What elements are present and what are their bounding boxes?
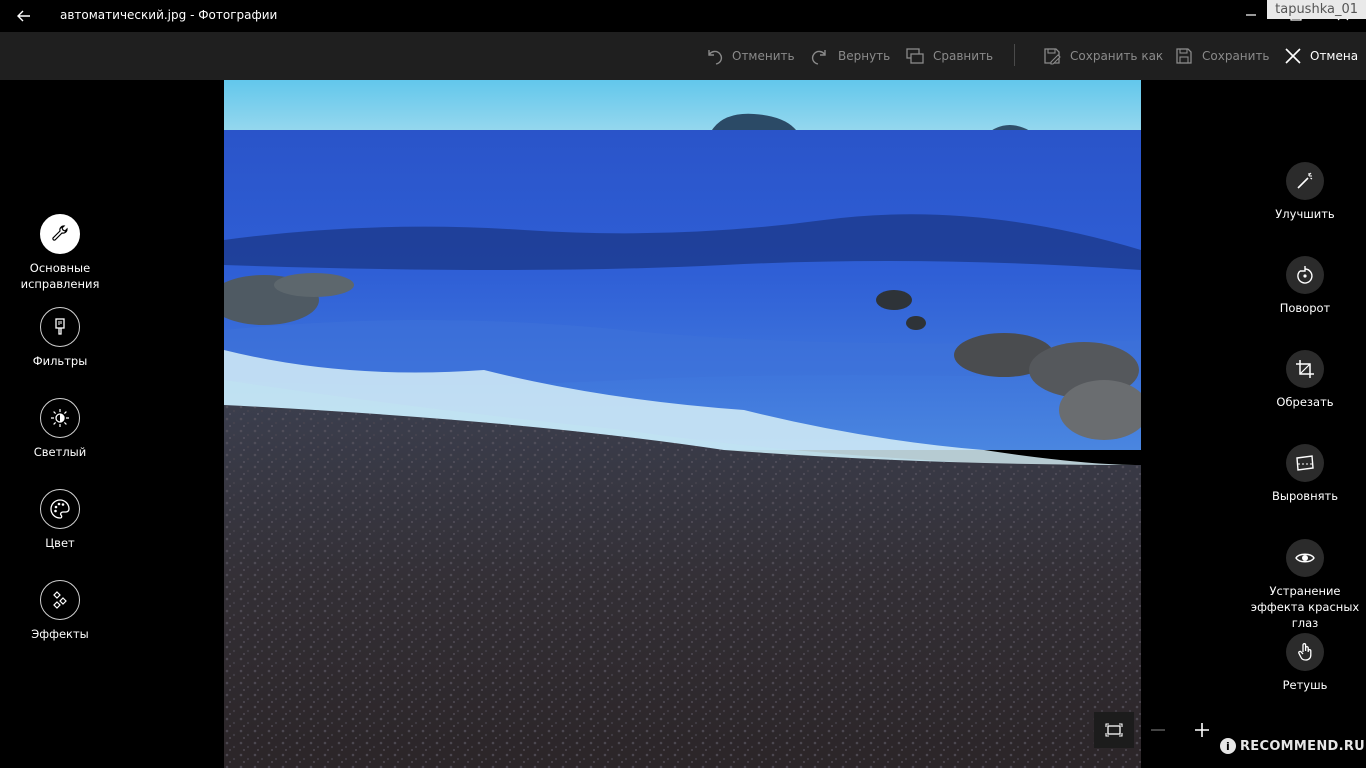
hand-icon (1286, 633, 1324, 671)
brush-icon (40, 307, 80, 347)
zoom-in-button[interactable] (1184, 712, 1220, 748)
photo-canvas[interactable] (224, 80, 1141, 768)
window-title: автоматический.jpg - Фотографии (60, 8, 278, 22)
tool-label: Обрезать (1276, 395, 1334, 409)
watermark-text: RECOMMEND.RU (1240, 738, 1366, 754)
wrench-icon (40, 214, 80, 254)
undo-button[interactable]: Отменить (704, 44, 795, 68)
redo-icon (811, 50, 826, 65)
minimize-icon (1246, 14, 1256, 16)
tool-label: Улучшить (1275, 207, 1335, 221)
tool-label: Выровнять (1272, 489, 1338, 503)
tool-label: Фильтры (32, 354, 88, 368)
tool-label: Основные исправления (20, 261, 100, 291)
minus-icon (1151, 729, 1165, 731)
tool-label: Устранение эффекта красных глаз (1250, 584, 1360, 630)
fit-to-window-button[interactable] (1094, 712, 1134, 748)
eye-icon (1286, 539, 1324, 577)
watermark: i RECOMMEND.RU (1220, 738, 1365, 754)
beach-photo (224, 80, 1141, 768)
tool-straighten[interactable]: Выровнять (1245, 444, 1365, 504)
tool-red-eye[interactable]: Устранение эффекта красных глаз (1245, 539, 1365, 631)
cancel-button[interactable]: Отмена (1284, 44, 1358, 68)
tool-enhance[interactable]: Улучшить (1245, 162, 1365, 222)
crop-icon (1286, 350, 1324, 388)
undo-icon (708, 50, 723, 65)
close-icon (1285, 48, 1301, 64)
undo-label: Отменить (732, 49, 795, 63)
title-bar: автоматический.jpg - Фотографии tapushka… (0, 0, 1366, 32)
compare-label: Сравнить (933, 49, 994, 63)
tool-basic-fixes[interactable]: Основные исправления (0, 214, 120, 292)
tool-label: Поворот (1279, 301, 1331, 315)
palette-icon (40, 489, 80, 529)
tool-filters[interactable]: Фильтры (0, 307, 120, 369)
brightness-icon (40, 398, 80, 438)
user-tag: tapushka_01 (1267, 0, 1366, 19)
cancel-label: Отмена (1310, 49, 1359, 63)
tool-label: Цвет (45, 536, 75, 550)
save-icon (1176, 48, 1192, 64)
tool-retouch[interactable]: Ретушь (1245, 633, 1365, 693)
arrow-left-icon (17, 10, 30, 22)
tool-color[interactable]: Цвет (0, 489, 120, 551)
effects-icon (40, 580, 80, 620)
toolbar-divider (1014, 44, 1015, 66)
save-button[interactable]: Сохранить (1174, 44, 1270, 68)
edit-toolbar: Отменить Вернуть Сравнить Сохранить как … (0, 32, 1366, 80)
tool-light[interactable]: Светлый (0, 398, 120, 460)
back-button[interactable] (10, 4, 38, 28)
zoom-out-button[interactable] (1140, 712, 1176, 748)
tool-label: Светлый (33, 445, 87, 459)
magic-wand-icon (1286, 162, 1324, 200)
tool-label: Ретушь (1282, 678, 1328, 692)
redo-label: Вернуть (838, 49, 891, 63)
watermark-badge: i (1220, 738, 1236, 754)
redo-button[interactable]: Вернуть (810, 44, 890, 68)
save-as-icon (1044, 48, 1061, 65)
compare-icon (906, 48, 924, 64)
tool-crop[interactable]: Обрезать (1245, 350, 1365, 410)
save-as-button[interactable]: Сохранить как (1042, 44, 1163, 68)
straighten-icon (1286, 444, 1324, 482)
fit-screen-icon (1105, 723, 1123, 737)
minimize-button[interactable] (1240, 4, 1262, 26)
rotate-icon (1286, 256, 1324, 294)
save-as-label: Сохранить как (1070, 49, 1164, 63)
tool-label: Эффекты (31, 627, 89, 641)
plus-icon (1195, 723, 1209, 737)
tool-effects[interactable]: Эффекты (0, 580, 120, 642)
compare-button[interactable]: Сравнить (905, 44, 993, 68)
tool-rotate[interactable]: Поворот (1245, 256, 1365, 316)
save-label: Сохранить (1202, 49, 1270, 63)
